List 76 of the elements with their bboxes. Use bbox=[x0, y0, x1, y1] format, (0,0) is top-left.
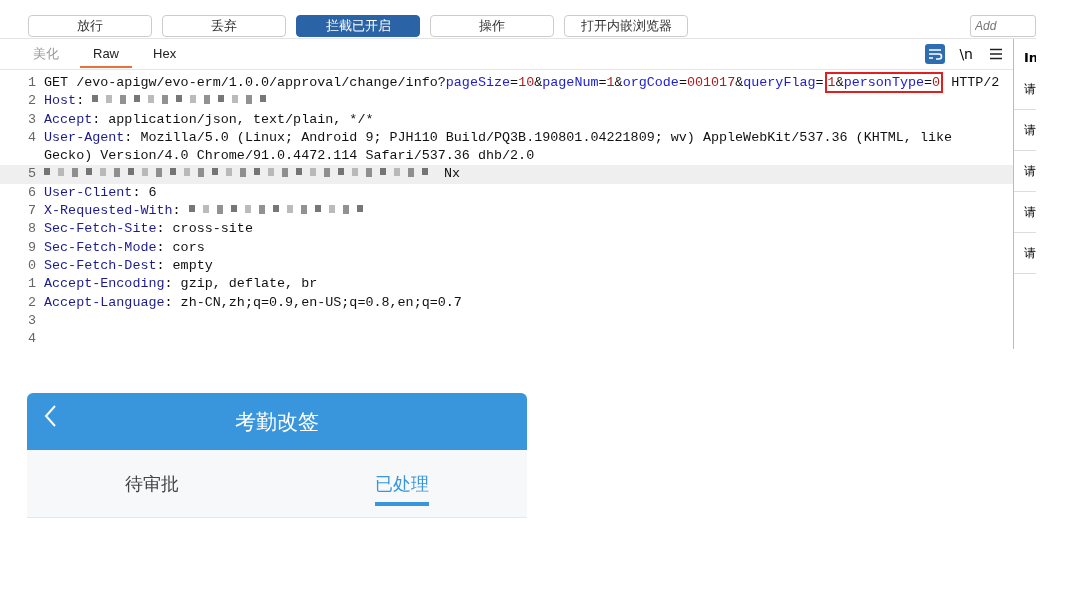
code-text: : bbox=[172, 203, 182, 219]
code-text: Gecko) Version/4.0 Chrome/91.0.4472.114 Safari/537.36 dhb/2.0 bbox=[44, 148, 535, 164]
code-text: = bbox=[924, 75, 933, 90]
param-name: queryFlag bbox=[743, 75, 816, 90]
line-number: 7 bbox=[27, 202, 38, 221]
app-tab[interactable]: 待审批 bbox=[27, 450, 277, 517]
line-number: 0 bbox=[27, 256, 38, 275]
panel-item[interactable]: 请 bbox=[1014, 69, 1036, 110]
code-text: : gzip, deflate, br bbox=[164, 276, 318, 292]
code-text: & bbox=[614, 75, 623, 90]
search-field[interactable]: Add bbox=[970, 15, 1036, 37]
param-name: personType bbox=[843, 75, 925, 90]
header-name: Sec-Fetch-Site bbox=[44, 221, 157, 237]
code-text: = bbox=[510, 75, 519, 90]
editor-tab[interactable]: Hex bbox=[140, 40, 190, 68]
param-value: 0 bbox=[932, 75, 941, 90]
code-text: : application/json, text/plain, */* bbox=[92, 111, 374, 127]
param-value: 001017 bbox=[686, 75, 736, 90]
code-text: = bbox=[815, 75, 824, 90]
header-name: User-Client bbox=[44, 184, 133, 200]
header-name: Accept-Encoding bbox=[44, 276, 165, 292]
editor-tab[interactable]: Raw bbox=[80, 40, 132, 68]
code-text: : Mozilla/5.0 (Linux; Android 9; PJH110 Build/PQ3B.190801.04221809; wv) AppleWebKit/537.36 (KHTML, like bbox=[124, 129, 953, 145]
code-text: : cors bbox=[156, 239, 205, 255]
toolbar-button[interactable]: 操作 bbox=[430, 15, 554, 37]
param-name: pageNum bbox=[542, 75, 599, 90]
panel-item[interactable]: 请 bbox=[1014, 110, 1036, 151]
param-value: 1 bbox=[606, 75, 615, 90]
code-text: : bbox=[76, 93, 86, 109]
header-name: Host bbox=[44, 93, 77, 109]
code-text: : zh-CN,zh;q=0.9,en-US;q=0.8,en;q=0.7 bbox=[164, 294, 462, 310]
header-name: Accept-Language bbox=[44, 294, 165, 310]
code-text: = bbox=[678, 75, 687, 90]
code-text: HTTP/2 bbox=[950, 75, 1000, 90]
word-wrap-icon[interactable] bbox=[925, 44, 946, 64]
toolbar-button[interactable]: 放行 bbox=[28, 15, 152, 37]
line-number: 5 bbox=[27, 165, 38, 184]
line-number: 3 bbox=[27, 311, 38, 330]
code-text: : 6 bbox=[132, 184, 157, 200]
line-number: 1 bbox=[27, 275, 38, 294]
line-number: 3 bbox=[27, 110, 38, 129]
line-number: 4 bbox=[27, 128, 38, 147]
param-name: orgCode bbox=[622, 75, 679, 90]
app-title: 考勤改签 bbox=[235, 408, 319, 436]
panel-item[interactable]: 请 bbox=[1014, 192, 1036, 233]
header-name: X-Requested-With bbox=[44, 203, 173, 219]
toolbar-button[interactable]: 丢弃 bbox=[162, 15, 286, 37]
newline-toggle[interactable]: \n bbox=[959, 46, 973, 62]
code-text: = bbox=[598, 75, 607, 90]
param-value: 10 bbox=[518, 75, 535, 90]
param-value: 1 bbox=[827, 75, 836, 90]
code-text: & bbox=[735, 75, 744, 90]
code-text: : empty bbox=[156, 257, 213, 273]
panel-item[interactable]: 请 bbox=[1014, 151, 1036, 192]
menu-icon[interactable] bbox=[989, 47, 1003, 61]
header-name: Accept bbox=[44, 111, 93, 127]
header-name: User-Agent bbox=[44, 129, 125, 145]
code-text: & bbox=[835, 75, 844, 90]
line-number: 2 bbox=[27, 293, 38, 312]
header-name: Sec-Fetch-Dest bbox=[44, 257, 157, 273]
code-text: GET /evo-apigw/evo-erm/1.0.0/approval/change/info? bbox=[44, 75, 446, 90]
code-text: Nx bbox=[444, 166, 461, 182]
line-number: 6 bbox=[27, 183, 38, 202]
header-name: Sec-Fetch-Mode bbox=[44, 239, 157, 255]
toolbar-button[interactable]: 拦截已开启 bbox=[296, 15, 420, 37]
toolbar-button[interactable]: 打开内嵌浏览器 bbox=[564, 15, 688, 37]
line-number: 4 bbox=[27, 330, 38, 349]
panel-item[interactable]: 请 bbox=[1014, 233, 1036, 274]
param-name: pageSize bbox=[445, 75, 511, 90]
code-text: : cross-site bbox=[156, 221, 253, 237]
code-text: & bbox=[534, 75, 543, 90]
line-number: 9 bbox=[27, 238, 38, 257]
line-number: 2 bbox=[27, 92, 38, 111]
line-number: 1 bbox=[27, 74, 38, 92]
line-number: 8 bbox=[27, 220, 38, 239]
back-icon[interactable] bbox=[43, 404, 57, 428]
